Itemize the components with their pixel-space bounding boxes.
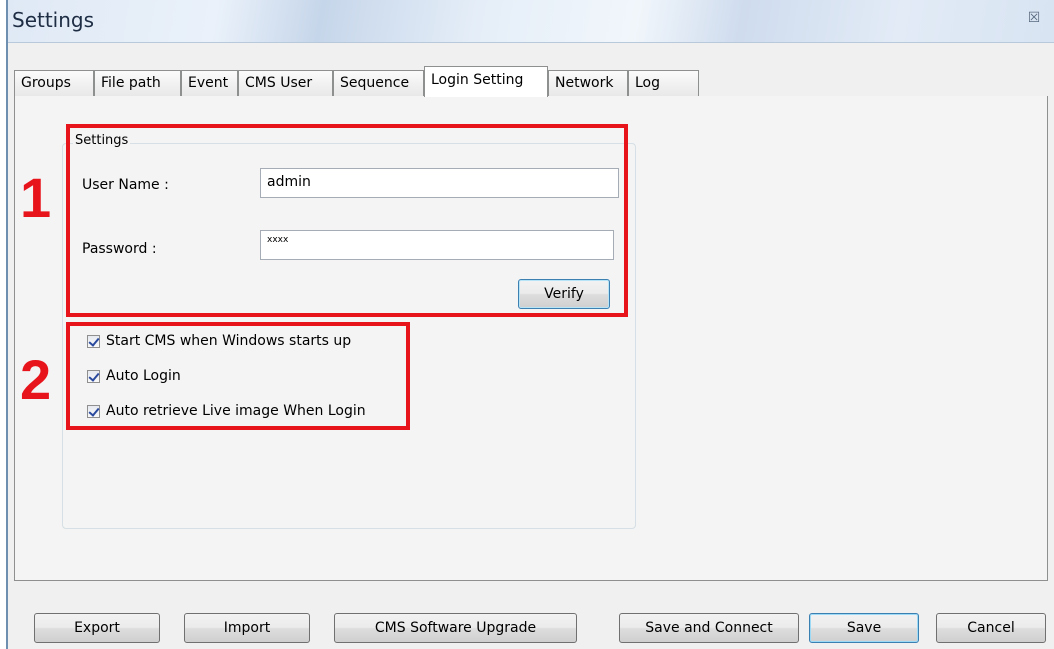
import-button[interactable]: Import: [184, 613, 310, 643]
window-title: Settings: [12, 8, 95, 32]
export-button[interactable]: Export: [34, 613, 160, 643]
annotation-number-1: 1: [20, 166, 52, 229]
annotation-box-1: [66, 124, 628, 317]
tab-network[interactable]: Network: [548, 70, 628, 96]
cms-software-upgrade-button[interactable]: CMS Software Upgrade: [334, 613, 577, 643]
settings-window: Settings ☒ Groups File path Event CMS Us…: [6, 0, 1054, 649]
tab-groups[interactable]: Groups: [14, 70, 94, 96]
annotation-box-2: [66, 322, 410, 430]
tab-file-path[interactable]: File path: [94, 70, 181, 96]
annotation-number-2: 2: [20, 348, 52, 411]
cancel-button[interactable]: Cancel: [936, 613, 1046, 643]
tab-cms-user[interactable]: CMS User: [238, 70, 333, 96]
title-bar[interactable]: Settings ☒: [8, 0, 1054, 43]
tab-login-setting[interactable]: Login Setting: [424, 66, 548, 97]
tab-sequence[interactable]: Sequence: [333, 70, 424, 96]
tab-event[interactable]: Event: [181, 70, 238, 96]
tab-log[interactable]: Log: [628, 70, 699, 96]
tab-strip: Groups File path Event CMS User Sequence…: [14, 66, 1054, 97]
save-button[interactable]: Save: [809, 613, 919, 643]
close-icon[interactable]: ☒: [1026, 10, 1042, 26]
save-and-connect-button[interactable]: Save and Connect: [619, 613, 799, 643]
